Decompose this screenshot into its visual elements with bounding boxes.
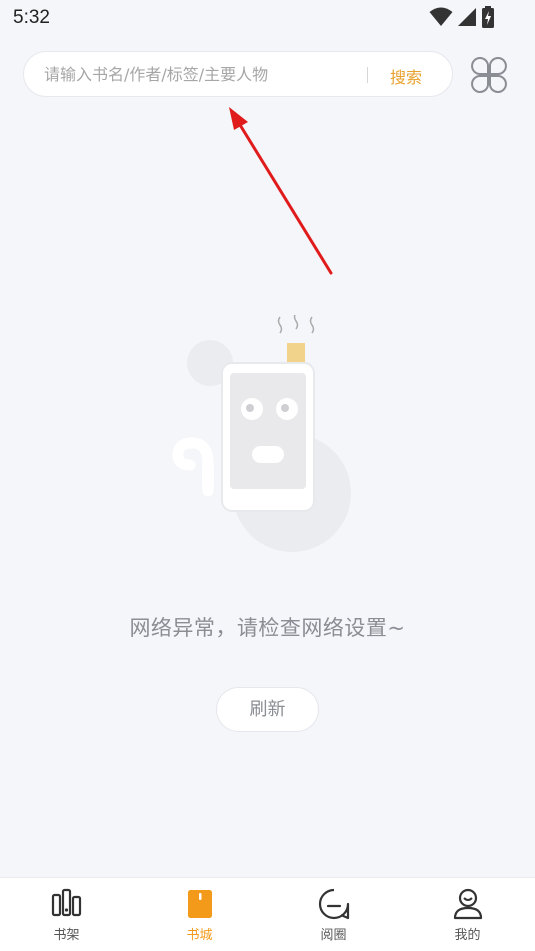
refresh-button[interactable]: 刷新 [216, 687, 319, 732]
nav-item-bookstore[interactable]: 书城 [133, 878, 266, 951]
status-bar: 5:32 [0, 0, 535, 38]
nav-label-bookstore: 书城 [186, 928, 213, 943]
reading-circle-icon [318, 888, 349, 920]
network-error-message: 网络异常，请检查网络设置~ [129, 616, 406, 640]
nav-item-profile[interactable]: 我的 [401, 878, 534, 951]
bottom-nav: 书架 书城 阅圈 我的 [0, 877, 535, 951]
search-divider [367, 67, 368, 83]
bookstore-icon [187, 890, 212, 918]
search-input[interactable] [44, 52, 364, 96]
nav-item-reading-circle[interactable]: 阅圈 [267, 878, 400, 951]
nav-label-bookshelf: 书架 [53, 928, 80, 943]
bookshelf-icon [51, 888, 81, 917]
nav-label-profile: 我的 [454, 928, 481, 943]
search-button[interactable]: 搜索 [390, 64, 422, 88]
profile-icon [453, 888, 482, 920]
network-error-illustration [172, 315, 351, 552]
battery-charging-icon [482, 6, 494, 28]
wifi-icon [429, 7, 453, 26]
screen: 5:32 搜索 [0, 0, 535, 951]
nav-item-bookshelf[interactable]: 书架 [0, 878, 133, 951]
status-icons [429, 6, 495, 28]
status-time: 5:32 [13, 7, 50, 28]
nav-label-reading-circle: 阅圈 [320, 928, 347, 943]
annotation-arrow [229, 107, 333, 275]
category-grid-icon[interactable] [470, 56, 508, 94]
cellular-signal-icon [458, 8, 476, 26]
search-box: 搜索 [23, 51, 453, 97]
